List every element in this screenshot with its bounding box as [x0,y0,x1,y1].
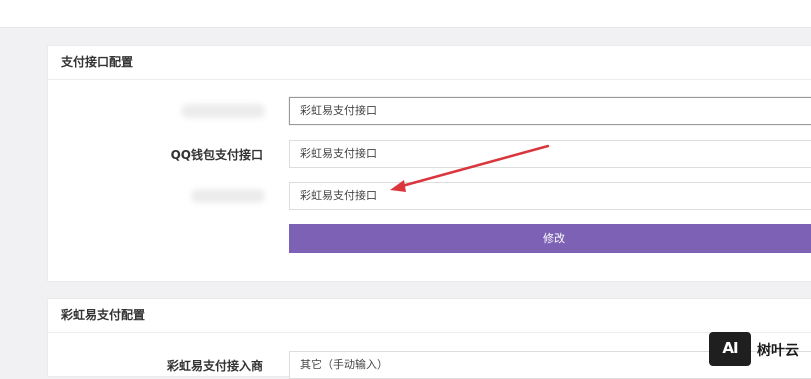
blurred-label [191,189,265,203]
watermark-text: 树叶云 [757,343,799,359]
epay-config-panel: 彩虹易支付配置 彩虹易支付接入商 其它（手动输入） [47,298,811,379]
blurred-label [181,104,265,118]
provider-label: 彩虹易支付接入商 [166,359,263,373]
panel-title: 支付接口配置 [48,46,811,80]
top-bar [0,0,811,28]
payment-interface-panel: 支付接口配置 彩虹易支付接口 QQ钱包支付接口 彩虹易支付接口 彩虹易支付接口 … [47,45,811,282]
modify-button[interactable]: 修改 [289,224,811,253]
qq-wallet-interface-select[interactable]: 彩虹易支付接口 [289,140,811,168]
ai-logo-icon: AI [709,332,751,366]
watermark: AI 树叶云 [709,332,811,368]
wechat-interface-select[interactable]: 彩虹易支付接口 [289,182,811,210]
qq-wallet-label: QQ钱包支付接口 [170,148,263,162]
panel-title: 彩虹易支付配置 [48,299,811,333]
alipay-interface-select[interactable]: 彩虹易支付接口 [289,97,811,125]
